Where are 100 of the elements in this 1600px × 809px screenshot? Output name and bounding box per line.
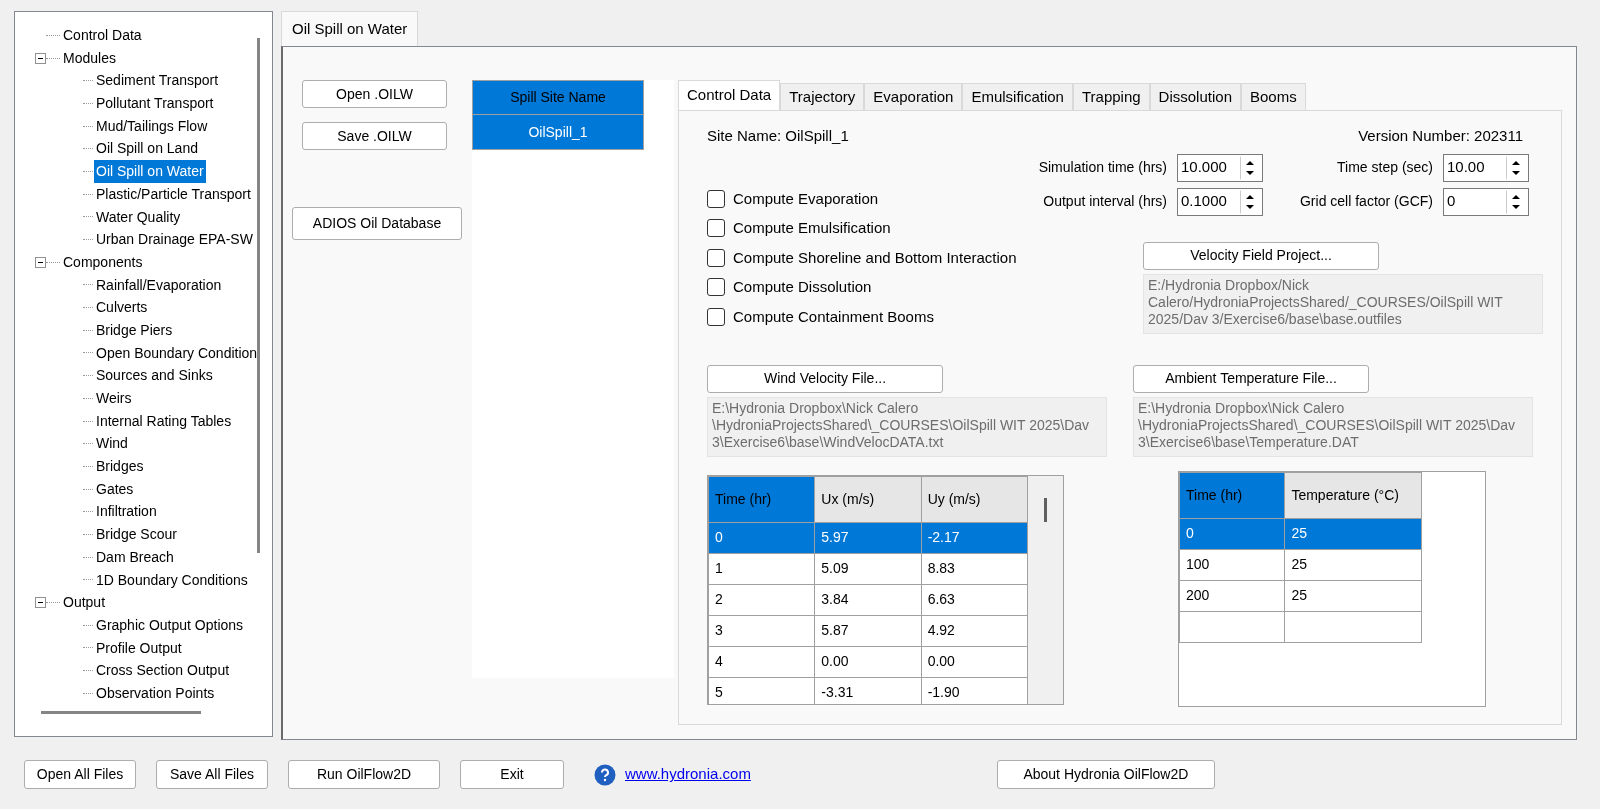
table-cell[interactable]: 2 (708, 584, 815, 615)
tree-item[interactable]: Water Quality (94, 205, 183, 229)
list-row[interactable]: OilSpill_1 (472, 115, 644, 150)
tab[interactable]: Evaporation (864, 83, 963, 110)
tree-item[interactable]: Plastic/Particle Transport (94, 182, 253, 206)
tab[interactable]: Emulsification (962, 83, 1073, 110)
checkbox[interactable] (707, 219, 725, 238)
tree-item[interactable]: Bridge Scour (94, 523, 179, 546)
checkbox[interactable] (707, 248, 725, 267)
file-button[interactable]: Open .OILW (302, 80, 447, 108)
tree-item[interactable]: Urban Drainage EPA-SW (94, 228, 255, 251)
tree-item[interactable]: Open Boundary Condition (94, 341, 260, 365)
table-cell[interactable]: 0 (708, 522, 815, 553)
tree-item[interactable]: Oil Spill on Land (94, 137, 200, 161)
column-header[interactable]: Uy (m/s) (921, 476, 1028, 522)
tree-item[interactable]: Pollutant Transport (94, 92, 216, 115)
tree-item[interactable]: Sources and Sinks (94, 364, 215, 387)
collapse-icon[interactable] (35, 256, 46, 268)
help-icon[interactable] (594, 763, 616, 786)
table-cell[interactable]: 5.09 (814, 553, 922, 584)
tree-item[interactable]: Output (61, 591, 108, 614)
vertical-scrollbar[interactable] (257, 38, 260, 553)
file-button[interactable]: Save .OILW (302, 122, 447, 150)
table-cell[interactable]: 0 (1179, 518, 1285, 549)
file-button[interactable]: Ambient Temperature File... (1133, 364, 1369, 393)
action-button[interactable]: Open All Files (24, 760, 136, 789)
tree-item[interactable]: 1D Boundary Conditions (94, 568, 250, 592)
table-cell[interactable] (1179, 611, 1285, 642)
action-button[interactable]: Run OilFlow2D (288, 760, 440, 789)
table-cell[interactable]: 0.00 (814, 646, 922, 677)
table-cell[interactable]: 4 (708, 646, 815, 677)
tree-item[interactable]: Bridge Piers (94, 318, 175, 342)
checkbox[interactable] (707, 189, 725, 208)
table-cell[interactable]: 8.83 (921, 553, 1028, 584)
tab[interactable]: Booms (1241, 83, 1306, 110)
horizontal-scrollbar[interactable] (41, 711, 201, 714)
tab[interactable]: Trapping (1072, 83, 1150, 110)
table-cell[interactable]: 25 (1284, 518, 1422, 549)
table-cell[interactable]: 3 (708, 615, 815, 646)
table-cell[interactable]: 4.92 (921, 615, 1028, 646)
about-button[interactable]: About Hydronia OilFlow2D (996, 760, 1215, 789)
field-label: Output interval (hrs) (1042, 192, 1167, 211)
tree-item[interactable]: Culverts (94, 296, 150, 319)
tree-item[interactable]: Components (61, 250, 145, 274)
file-button[interactable]: Velocity Field Project... (1143, 241, 1379, 270)
spin-field[interactable]: 10.000 (1177, 153, 1263, 182)
scrollbar-thumb[interactable] (1044, 497, 1047, 522)
table-cell[interactable]: 1 (708, 553, 815, 584)
table-cell[interactable]: 5 (708, 677, 815, 704)
tree-item[interactable]: Sediment Transport (94, 69, 221, 93)
tree-item[interactable]: Cross Section Output (94, 659, 232, 682)
action-button[interactable]: Save All Files (156, 760, 268, 789)
tree-item[interactable]: Modules (61, 46, 118, 70)
tree-item[interactable]: Gates (94, 477, 136, 501)
table-cell[interactable]: 25 (1284, 580, 1422, 611)
table-cell[interactable]: 100 (1179, 549, 1285, 580)
table-cell[interactable]: -1.90 (921, 677, 1028, 704)
action-button[interactable]: Exit (460, 760, 564, 789)
tree-item[interactable]: Observation Points (94, 681, 217, 705)
tree-item[interactable]: Profile Output (94, 636, 184, 660)
tree-item[interactable]: Mud/Tailings Flow (94, 114, 210, 138)
website-link[interactable]: www.hydronia.com (625, 763, 751, 786)
tree-item[interactable]: Graphic Output Options (94, 613, 246, 637)
column-header[interactable]: Ux (m/s) (814, 476, 922, 522)
table-cell[interactable]: 25 (1284, 549, 1422, 580)
tree-item[interactable]: Oil Spill on Water (94, 160, 206, 183)
tree-item[interactable]: Bridges (94, 455, 146, 478)
database-button[interactable]: ADIOS Oil Database (292, 207, 462, 240)
table-cell[interactable]: 5.87 (814, 615, 922, 646)
collapse-icon[interactable] (35, 597, 46, 609)
column-header[interactable]: Time (hr) (1179, 472, 1285, 518)
file-button[interactable]: Wind Velocity File... (707, 364, 943, 393)
collapse-icon[interactable] (35, 52, 46, 64)
table-cell[interactable] (1284, 611, 1422, 642)
table-cell[interactable]: -2.17 (921, 522, 1028, 553)
spin-field[interactable]: 0.1000 (1177, 187, 1263, 216)
tab[interactable]: Dissolution (1149, 83, 1241, 110)
tree-item[interactable]: Control Data (61, 24, 144, 47)
table-cell[interactable]: 0.00 (921, 646, 1028, 677)
column-header[interactable]: Time (hr) (708, 476, 815, 522)
tree-item[interactable]: Dam Breach (94, 545, 176, 569)
checkbox[interactable] (707, 307, 725, 326)
tree-item[interactable]: Infiltration (94, 500, 159, 524)
spin-field[interactable]: 0 (1443, 187, 1529, 216)
spin-field[interactable]: 10.00 (1443, 153, 1529, 182)
table-cell[interactable]: -3.31 (814, 677, 922, 704)
checkbox-label: Compute Shoreline and Bottom Interaction (733, 247, 1017, 268)
checkbox[interactable] (707, 278, 725, 297)
page-tab[interactable]: Oil Spill on Water (281, 11, 419, 46)
tree-item[interactable]: Wind (94, 432, 130, 456)
tab[interactable]: Trajectory (780, 83, 865, 110)
tree-item[interactable]: Rainfall/Evaporation (94, 273, 224, 297)
table-cell[interactable]: 6.63 (921, 584, 1028, 615)
table-cell[interactable]: 5.97 (814, 522, 922, 553)
tree-item[interactable]: Internal Rating Tables (94, 409, 234, 433)
table-cell[interactable]: 3.84 (814, 584, 922, 615)
column-header[interactable]: Temperature (°C) (1284, 472, 1422, 518)
tree-item[interactable]: Weirs (94, 387, 134, 410)
table-cell[interactable]: 200 (1179, 580, 1285, 611)
tab[interactable]: Control Data (678, 80, 781, 110)
